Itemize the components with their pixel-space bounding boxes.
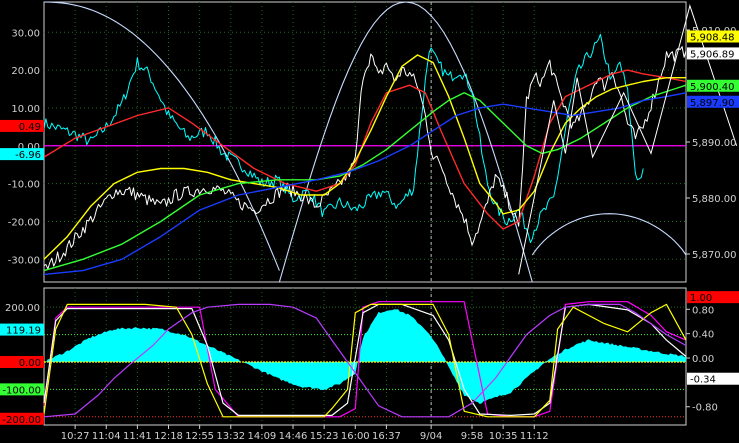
osc-right-tick-label: 0.40 [692, 330, 714, 341]
time-tick-label: 10:27 [61, 431, 90, 442]
time-tick-label: 16:00 [341, 431, 370, 442]
time-tick-label: 13:32 [216, 431, 245, 442]
price-series-line [43, 54, 686, 260]
osc-right-tick-label: 0.80 [692, 305, 714, 316]
left-tick-label: -20.00 [8, 217, 40, 228]
time-tick-label: 11:41 [123, 431, 152, 442]
left-value-badge: 0.49 [19, 122, 41, 133]
osc-left-badge: -100.00 [2, 385, 41, 396]
osc-left-badge: 0.00 [19, 358, 41, 369]
osc-left-badge: 119.19 [6, 326, 41, 337]
time-tick-label: 14:46 [279, 431, 308, 442]
right-value-badge: 5,908.48 [690, 33, 735, 44]
osc-right-tick-label: 0.00 [692, 354, 714, 365]
arc-series-segment [531, 213, 687, 256]
time-tick-label: 15:23 [310, 431, 339, 442]
time-tick-label: 12:55 [185, 431, 214, 442]
right-value-badge: 5,906.89 [690, 49, 735, 60]
right-value-badge: 5,900.40 [690, 82, 735, 93]
chart-canvas: 30.00 20.00 10.00 0.00 -10.00 -20.00 -30.00 5,9… [0, 1, 739, 442]
time-tick-label: 12:18 [154, 431, 183, 442]
osc-right-tick-label: -0.80 [692, 403, 718, 414]
left-tick-label: 20.00 [11, 66, 40, 77]
price-panel: 30.0020.0010.000.00-10.00-20.00-30.005,9… [0, 1, 739, 283]
left-tick-label: 30.00 [11, 28, 40, 39]
left-value-badge: -6.96 [15, 150, 41, 161]
time-tick-label: 10:35 [489, 431, 518, 442]
time-tick-label: 11:12 [520, 431, 549, 442]
time-tick-label: 16:37 [372, 431, 401, 442]
osc-right-badge: 1.00 [690, 293, 712, 304]
time-tick-label: 9:58 [461, 431, 483, 442]
oscillator-panel: 200.000.00-100.00-200.00119.190.00-100.0… [0, 287, 739, 426]
left-tick-label: 10.00 [11, 104, 40, 115]
osc-left-badge: -200.00 [2, 415, 41, 426]
time-tick-label: 9/04 [420, 431, 442, 442]
time-axis: 10:27 11:04 11:41 12:18 12:55 13:32 14:09 14:46… [44, 424, 686, 442]
right-tick-label: 5,880.00 [692, 194, 737, 205]
osc-left-tick-label: 200.00 [5, 303, 40, 314]
chart-window: 30.00 20.00 10.00 0.00 -10.00 -20.00 -30.00 5,9… [0, 0, 739, 443]
price-series-line [43, 46, 687, 270]
arc-series-segment [278, 1, 533, 283]
right-tick-label: 5,890.00 [692, 138, 737, 149]
time-tick-label: 14:09 [247, 431, 276, 442]
left-tick-label: -30.00 [8, 255, 40, 266]
time-tick-label: 11:04 [92, 431, 121, 442]
osc-right-badge: -0.34 [690, 375, 716, 386]
left-tick-label: -10.00 [8, 180, 40, 191]
right-tick-label: 5,870.00 [692, 250, 737, 261]
price-series-line [43, 33, 644, 244]
right-value-badge: 5,897.90 [690, 98, 735, 109]
